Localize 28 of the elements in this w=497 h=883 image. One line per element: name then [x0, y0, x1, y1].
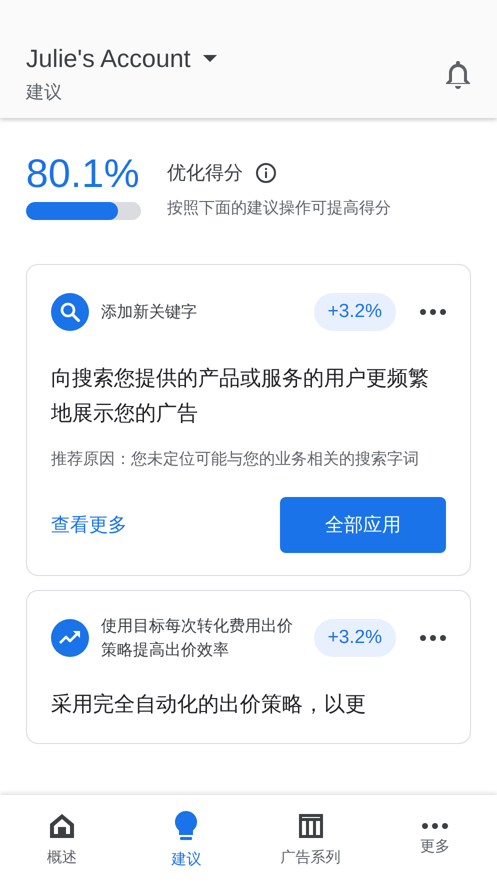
more-options-icon[interactable]	[420, 309, 446, 315]
account-switcher[interactable]: Julie's Account	[26, 44, 217, 74]
recommendation-category: 使用目标每次转化费用出价策略提高出价效率	[101, 614, 294, 661]
nav-tab[interactable]: 概述	[0, 795, 124, 883]
score-title: 优化得分	[167, 161, 243, 186]
nav-tab[interactable]: 广告系列	[248, 795, 373, 883]
table-icon	[296, 812, 325, 840]
caret-icon	[202, 55, 217, 63]
recommendation-title: 向搜索您提供的产品或服务的用户更频繁地展示您的广告	[51, 365, 430, 427]
score-description: 按照下面的建议操作可提高得分	[167, 198, 391, 219]
more-options-icon[interactable]	[420, 634, 446, 641]
home-icon	[48, 812, 76, 840]
recommendation-reason: 推荐原因：您未定位可能与您的业务相关的搜索字词	[51, 448, 420, 470]
nav-tab[interactable]: 更多	[372, 795, 497, 883]
view-more-link[interactable]: 查看更多	[51, 512, 127, 538]
notifications-icon[interactable]	[445, 59, 471, 89]
more-icon	[422, 822, 448, 828]
score-uplift-badge: +3.2%	[314, 618, 396, 657]
recommendation-title: 采用完全自动化的出价策略，以更	[51, 690, 367, 718]
page-subtitle: 建议	[26, 80, 63, 104]
nav-tab[interactable]: 建议	[124, 795, 248, 883]
score-uplift-badge: +3.2%	[314, 293, 396, 331]
recommendation-category: 添加新关键字	[101, 301, 198, 323]
info-icon[interactable]	[255, 162, 277, 184]
trend-up-icon	[51, 618, 89, 657]
score-value: 80.1%	[26, 154, 140, 194]
search-icon	[51, 293, 89, 331]
apply-all-button[interactable]: 全部应用	[280, 496, 446, 553]
